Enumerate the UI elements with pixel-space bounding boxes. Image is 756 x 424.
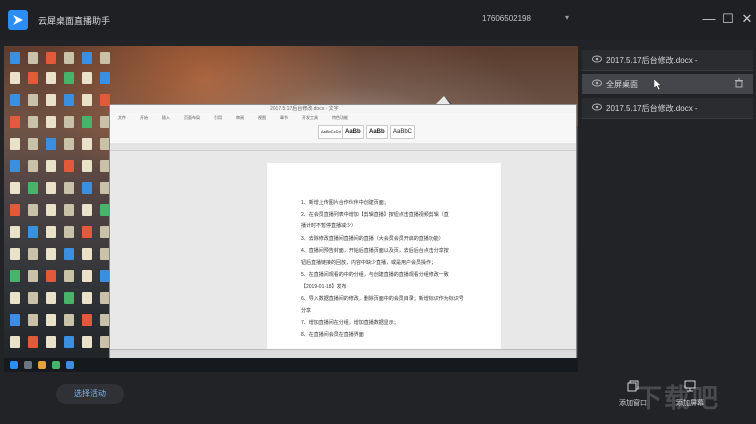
word-document-tabs (110, 143, 576, 151)
eye-icon[interactable] (592, 54, 602, 64)
doc-line: 【2019-01-18】发布 (301, 284, 347, 290)
source-label: 2017.5.17后台修改.docx - (606, 104, 698, 113)
doc-line: 8、在直播间会员在直播界面 (301, 332, 364, 338)
doc-line: 播计时不暂停直播减少） (301, 223, 357, 229)
app-title: 云犀桌面直播助手 (38, 16, 111, 26)
word-title: 2017.5.17后台修改.docx - 文字 (270, 106, 339, 112)
ribbon-tab: 页面布局 (184, 115, 200, 120)
title-bar: 云犀桌面直播助手 17606502198 ▾ — ☐ ✕ (0, 0, 756, 40)
word-title-bar: 2017.5.17后台修改.docx - 文字 (110, 105, 576, 113)
source-label: 2017.5.17后台修改.docx - (606, 56, 698, 65)
eye-icon[interactable] (592, 78, 602, 88)
eye-icon[interactable] (592, 102, 602, 112)
doc-line: 2、在会员直播列表中增加【剪辑直播】按钮点击直播视频剪辑（直 (301, 212, 449, 218)
mouse-cursor-icon (654, 79, 662, 90)
word-status-bar (110, 349, 576, 358)
source-label: 全屏桌面 (606, 80, 638, 89)
style-box: AaBbC (390, 125, 416, 139)
doc-line: 3、去除修改直播间直播间的直播（大会员会员开启的直播功能） (301, 236, 444, 242)
windows-taskbar (4, 358, 578, 372)
ribbon-tab: 章节 (280, 115, 288, 120)
ribbon-tab: 开始 (140, 115, 148, 120)
ribbon-tab: 特色功能 (332, 115, 348, 120)
source-item-document[interactable]: 2017.5.17后台修改.docx - (582, 98, 753, 119)
word-document-window: 2017.5.17后台修改.docx - 文字 文件 开始 插入 页面布局 引用… (109, 104, 577, 359)
doc-line: 1、新增上传图片合作伙伴中创建页面； (301, 200, 389, 206)
doc-line: 分享 (301, 308, 312, 314)
ribbon-tab: 引用 (214, 115, 222, 120)
minimize-button[interactable]: — (702, 12, 716, 26)
account-phone[interactable]: 17606502198 (482, 14, 531, 23)
doc-line: 7、增加直播间在分组，增加直播数据显示； (301, 320, 399, 326)
doc-line: 4、直播间预告封面，开始后直播页面以及页，去后后台点击分享按 (301, 248, 449, 254)
chevron-down-icon[interactable]: ▾ (565, 13, 569, 22)
app-logo (8, 10, 28, 30)
ribbon-tab: 文件 (118, 115, 126, 120)
watermark: 下载吧 (636, 383, 721, 413)
style-box: AaBb (342, 125, 364, 139)
ribbon-tab: 开发工具 (302, 115, 318, 120)
source-item-document[interactable]: 2017.5.17后台修改.docx - (582, 50, 753, 71)
select-activity-button[interactable]: 选择活动 (56, 384, 124, 404)
source-list: 2017.5.17后台修改.docx - 全屏桌面 2017.5.17后台修改.… (582, 46, 753, 372)
document-page: 1、新增上传图片合作伙伴中创建页面； 2、在会员直播列表中增加【剪辑直播】按钮点… (267, 163, 501, 359)
maximize-button[interactable]: ☐ (721, 12, 735, 26)
doc-line: 钮后直播链接的回放，内容中缺少直播，或是用户会员操作； (301, 260, 437, 266)
style-box: AaBb (366, 125, 388, 139)
ribbon-tab: 审阅 (236, 115, 244, 120)
style-box: AaBbCcDd (318, 125, 344, 139)
doc-line: 6、导入数据直播间的修改，删除页面中的会员目录；新增标识作为标识号 (301, 296, 464, 302)
trash-icon[interactable] (734, 78, 744, 88)
source-item-fullscreen[interactable]: 全屏桌面 (582, 74, 753, 94)
ribbon-tab: 视图 (258, 115, 266, 120)
live-preview: 2017.5.17后台修改.docx - 文字 文件 开始 插入 页面布局 引用… (4, 46, 578, 372)
ribbon-tab: 插入 (162, 115, 170, 120)
close-button[interactable]: ✕ (740, 12, 754, 26)
desktop-icon-grid (4, 46, 114, 356)
word-ribbon: 文件 开始 插入 页面布局 引用 审阅 视图 章节 开发工具 特色功能 AaBb… (110, 113, 576, 144)
doc-line: 5、在直播间观看的中的分组，与创建直播的直播观看分组修改一致 (301, 272, 449, 278)
